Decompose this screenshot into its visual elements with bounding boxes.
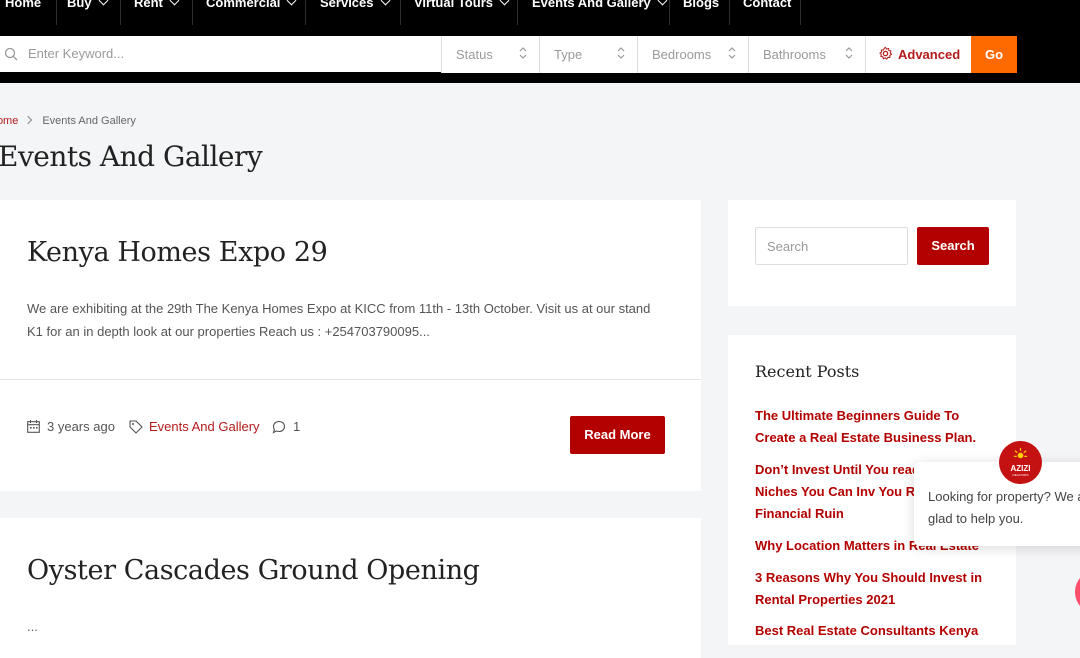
sort-arrows-icon <box>728 47 736 59</box>
chevron-down-icon <box>98 0 109 6</box>
read-more-button[interactable]: Read More <box>570 416 665 454</box>
chat-message: Looking for property? We a glad to help … <box>928 489 1080 526</box>
property-search-bar: Enter Keyword... Status Type Bedrooms Ba… <box>0 26 1080 83</box>
chevron-down-icon <box>657 0 668 6</box>
post-title[interactable]: Kenya Homes Expo 29 <box>27 237 328 268</box>
recent-post-link[interactable]: Best Real Estate Consultants Kenya <box>755 620 985 642</box>
post-card: Kenya Homes Expo 29 We are exhibiting at… <box>0 200 701 491</box>
sidebar-search-input[interactable]: Search <box>755 227 908 265</box>
nav-rent[interactable]: Rent <box>120 0 193 25</box>
advanced-search-button[interactable]: Advanced <box>865 36 971 73</box>
nav-buy[interactable]: Buy <box>53 0 121 25</box>
nav-blogs[interactable]: Blogs <box>669 0 730 25</box>
divider <box>0 379 701 380</box>
nav-home[interactable]: Home <box>0 0 57 25</box>
sort-arrows-icon <box>617 47 625 59</box>
chevron-right-icon <box>24 115 33 125</box>
sidebar-search-button[interactable]: Search <box>917 227 989 265</box>
nav-contact[interactable]: Contact <box>729 0 801 25</box>
breadcrumb-current: Events And Gallery <box>42 115 136 127</box>
nav-services[interactable]: Services <box>306 0 401 25</box>
comment-count[interactable]: 1 <box>293 419 300 434</box>
chat-avatar-logo[interactable]: AZIZI REALTORS <box>999 441 1042 484</box>
chat-popup[interactable]: Looking for property? We a glad to help … <box>914 462 1080 546</box>
go-button[interactable]: Go <box>971 36 1017 73</box>
nav-events-and-gallery[interactable]: Events And Gallery <box>518 0 670 25</box>
calendar-icon <box>27 420 40 433</box>
top-navigation: Home Buy Rent Commercial Services Virtua… <box>0 0 1080 27</box>
post-category-link[interactable]: Events And Gallery <box>149 419 260 434</box>
keyword-search-input[interactable]: Enter Keyword... <box>0 36 441 72</box>
search-icon <box>4 47 18 61</box>
chevron-down-icon <box>286 0 297 6</box>
nav-commercial[interactable]: Commercial <box>192 0 306 25</box>
chevron-down-icon <box>499 0 510 6</box>
comment-icon <box>272 420 286 434</box>
breadcrumb: Home Events And Gallery <box>0 115 136 127</box>
chevron-down-icon <box>380 0 390 6</box>
type-select[interactable]: Type <box>539 36 637 73</box>
recent-post-link[interactable]: 3 Reasons Why You Should Invest in Renta… <box>755 567 985 611</box>
logo-text: AZIZI <box>1010 464 1031 473</box>
post-title[interactable]: Oyster Cascades Ground Opening <box>27 555 480 586</box>
chat-launcher-button[interactable] <box>1075 570 1080 614</box>
breadcrumb-home-link[interactable]: Home <box>0 115 18 127</box>
post-date: 3 years ago <box>47 419 115 434</box>
logo-subtext: REALTORS <box>1012 473 1029 477</box>
bedrooms-select[interactable]: Bedrooms <box>637 36 748 73</box>
gear-icon <box>879 46 893 60</box>
post-excerpt: We are exhibiting at the 29th The Kenya … <box>27 301 651 339</box>
keyword-placeholder: Enter Keyword... <box>28 46 125 61</box>
chevron-down-icon <box>169 0 180 6</box>
sort-arrows-icon <box>519 47 527 59</box>
recent-post-link[interactable]: The Ultimate Beginners Guide To Create a… <box>755 405 985 449</box>
post-excerpt: ... <box>27 619 38 634</box>
nav-virtual-tours[interactable]: Virtual Tours <box>400 0 518 25</box>
sun-logo-icon <box>1013 447 1028 459</box>
recent-posts-heading: Recent Posts <box>755 362 860 381</box>
tag-icon <box>129 420 143 434</box>
page-title: Events And Gallery <box>0 140 263 173</box>
sidebar-search-widget: Search Search <box>728 200 1016 306</box>
post-card: Oyster Cascades Ground Opening ... <box>0 518 701 658</box>
bathrooms-select[interactable]: Bathrooms <box>748 36 865 73</box>
status-select[interactable]: Status <box>441 36 539 73</box>
sort-arrows-icon <box>845 47 853 59</box>
